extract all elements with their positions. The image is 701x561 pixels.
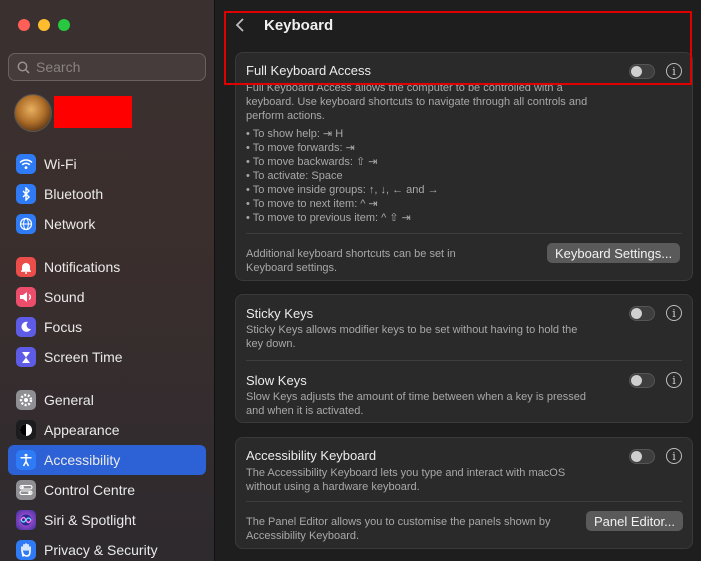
sidebar-item-label: Focus: [44, 319, 83, 335]
keyboard-settings-hint: Additional keyboard shortcuts can be set…: [246, 248, 456, 274]
shortcut-item: • To activate: Space: [246, 170, 343, 182]
sidebar-item-label: Siri & Spotlight: [44, 512, 136, 528]
full-keyboard-access-toggle[interactable]: [629, 64, 655, 79]
sidebar-item-sound[interactable]: Sound: [8, 282, 206, 312]
accessibility-keyboard-toggle[interactable]: [629, 449, 655, 464]
accessibility-keyboard-description: The Accessibility Keyboard lets you type…: [246, 467, 566, 493]
shortcut-item: • To move inside groups: ↑, ↓, ← and →: [246, 184, 439, 196]
search-icon: [17, 61, 30, 74]
info-icon[interactable]: i: [666, 372, 682, 388]
sidebar-item-network[interactable]: Network: [8, 209, 206, 239]
apple-account[interactable]: [14, 94, 132, 132]
shortcut-item: • To move to previous item: ^ ⇧ ⇥: [246, 212, 411, 224]
sidebar-item-wi-fi[interactable]: Wi-Fi: [8, 149, 206, 179]
sidebar-item-bluetooth[interactable]: Bluetooth: [8, 179, 206, 209]
panel-editor-button[interactable]: Panel Editor...: [586, 511, 683, 531]
main-pane: Keyboard Full Keyboard Access i Full Key…: [216, 0, 701, 561]
sidebar-item-control-centre[interactable]: Control Centre: [8, 475, 206, 505]
sidebar-item-focus[interactable]: Focus: [8, 312, 206, 342]
siri-icon: [16, 510, 36, 530]
info-icon[interactable]: i: [666, 305, 682, 321]
shortcut-item: • To move backwards: ⇧ ⇥: [246, 156, 378, 168]
sidebar-group-notifications: Notifications Sound Focus Screen Time: [8, 252, 206, 372]
hand-icon: [16, 540, 36, 560]
panel-editor-hint: The Panel Editor allows you to customise…: [246, 516, 551, 542]
sidebar-item-label: Sound: [44, 289, 85, 305]
info-icon[interactable]: i: [666, 448, 682, 464]
sidebar-item-label: Control Centre: [44, 482, 136, 498]
bell-icon: [16, 257, 36, 277]
keyboard-settings-button[interactable]: Keyboard Settings...: [547, 243, 681, 263]
sidebar-item-notifications[interactable]: Notifications: [8, 252, 206, 282]
shortcut-item: • To show help: ⇥ H: [246, 128, 344, 140]
close-window-button[interactable]: [18, 19, 30, 31]
control-centre-icon: [16, 480, 36, 500]
sidebar: Wi-Fi Bluetooth Network Notifications Sound…: [0, 0, 215, 561]
sidebar-group-system: General Appearance Accessibility Control Ce…: [8, 385, 206, 561]
search-field[interactable]: [8, 53, 206, 81]
slow-keys-toggle[interactable]: [629, 373, 655, 388]
accessibility-icon: [16, 450, 36, 470]
slow-keys-description: Slow Keys adjusts the amount of time bet…: [246, 391, 586, 417]
slow-keys-title: Slow Keys: [246, 373, 307, 388]
sidebar-item-label: Wi-Fi: [44, 156, 77, 172]
sidebar-item-label: Privacy & Security: [44, 542, 158, 558]
bluetooth-icon: [16, 184, 36, 204]
header: Keyboard: [228, 10, 333, 40]
full-keyboard-access-description: Full Keyboard Access allows the computer…: [246, 82, 588, 122]
sidebar-item-appearance[interactable]: Appearance: [8, 415, 206, 445]
shortcut-item: • To move forwards: ⇥: [246, 142, 355, 154]
minimize-window-button[interactable]: [38, 19, 50, 31]
sidebar-item-screen-time[interactable]: Screen Time: [8, 342, 206, 372]
sidebar-item-accessibility[interactable]: Accessibility: [8, 445, 206, 475]
appearance-icon: [16, 420, 36, 440]
avatar: [14, 94, 52, 132]
sticky-keys-title: Sticky Keys: [246, 306, 314, 321]
accessibility-keyboard-title: Accessibility Keyboard: [246, 448, 377, 463]
sticky-slow-keys-card: Sticky Keys i Sticky Keys allows modifie…: [235, 294, 693, 423]
wifi-icon: [16, 154, 36, 174]
sidebar-item-label: Accessibility: [44, 452, 121, 468]
search-input[interactable]: [36, 59, 196, 75]
sidebar-item-label: Screen Time: [44, 349, 123, 365]
sticky-keys-description: Sticky Keys allows modifier keys to be s…: [246, 324, 578, 350]
sticky-keys-toggle[interactable]: [629, 306, 655, 321]
info-icon[interactable]: i: [666, 63, 682, 79]
sidebar-item-privacy-and-security[interactable]: Privacy & Security: [8, 535, 206, 561]
divider: [246, 501, 682, 502]
accessibility-keyboard-card: Accessibility Keyboard i The Accessibili…: [235, 437, 693, 549]
sidebar-item-label: General: [44, 392, 94, 408]
maximize-window-button[interactable]: [58, 19, 70, 31]
sidebar-group-connectivity: Wi-Fi Bluetooth Network: [8, 149, 206, 239]
shortcut-list: • To show help: ⇥ H • To move forwards: …: [246, 127, 439, 225]
full-keyboard-access-title: Full Keyboard Access: [246, 63, 372, 78]
hourglass-icon: [16, 347, 36, 367]
chevron-left-icon: [235, 18, 244, 32]
sidebar-item-siri-and-spotlight[interactable]: Siri & Spotlight: [8, 505, 206, 535]
sidebar-item-label: Appearance: [44, 422, 120, 438]
speaker-icon: [16, 287, 36, 307]
moon-icon: [16, 317, 36, 337]
shortcut-item: • To move to next item: ^ ⇥: [246, 198, 378, 210]
full-keyboard-access-card: Full Keyboard Access i Full Keyboard Acc…: [235, 52, 693, 281]
divider: [246, 360, 682, 361]
back-button[interactable]: [228, 13, 252, 37]
globe-icon: [16, 214, 36, 234]
sidebar-item-label: Network: [44, 216, 96, 232]
sidebar-item-general[interactable]: General: [8, 385, 206, 415]
page-title: Keyboard: [264, 16, 334, 34]
divider: [246, 233, 682, 234]
sidebar-item-label: Bluetooth: [44, 186, 104, 202]
window-controls: [18, 19, 70, 31]
sidebar-item-label: Notifications: [44, 259, 121, 275]
account-name-redacted: [54, 96, 132, 128]
gear-icon: [16, 390, 36, 410]
